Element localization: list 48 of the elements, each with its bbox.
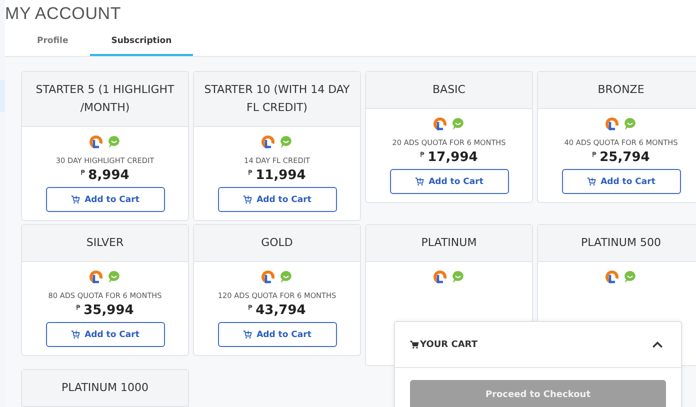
chat-bubble-icon [623, 117, 637, 131]
cart-icon [242, 195, 252, 204]
plan-name: BASIC [432, 82, 466, 98]
plan-name: SILVER [86, 235, 124, 251]
logo-icon [433, 270, 447, 284]
cart-icon [70, 330, 80, 339]
logo-icon [433, 117, 447, 131]
chat-bubble-icon [279, 135, 293, 149]
logo-icon [261, 270, 275, 284]
plan-price: 8,994 [88, 168, 130, 183]
cart-icon [242, 330, 252, 339]
add-to-cart-button[interactable]: Add to Cart [46, 322, 164, 347]
logo-icon [89, 135, 103, 149]
logo-icon [605, 117, 619, 131]
add-to-cart-button[interactable]: Add to Cart [218, 187, 336, 212]
plan-name: PLATINUM [421, 235, 477, 251]
chat-bubble-icon [279, 270, 293, 284]
page-title: MY ACCOUNT [5, 4, 122, 24]
plan-name: STARTER 5 (1 HIGHLIGHT /MONTH) [34, 82, 176, 116]
plan-name: GOLD [261, 235, 293, 251]
plan-price: 43,794 [256, 303, 306, 318]
plan-name: STARTER 10 (WITH 14 DAY FL CREDIT) [203, 82, 351, 116]
plan-price: 35,994 [84, 303, 134, 318]
cart-title: YOUR CART [420, 340, 478, 350]
plan-price: 11,994 [256, 168, 306, 183]
plan-price: 17,994 [428, 150, 478, 165]
plan-name: PLATINUM 500 [581, 235, 661, 251]
chat-bubble-icon [623, 270, 637, 284]
cart-icon [410, 340, 419, 349]
add-to-cart-button[interactable]: Add to Cart [46, 187, 164, 212]
chat-bubble-icon [451, 117, 465, 131]
plan-price: 25,794 [600, 150, 650, 165]
plan-name: PLATINUM 1000 [62, 380, 148, 396]
logo-icon [261, 135, 275, 149]
cart-icon [586, 177, 596, 186]
cart-icon [70, 195, 80, 204]
add-to-cart-button[interactable]: Add to Cart [218, 322, 336, 347]
add-to-cart-button[interactable]: Add to Cart [390, 169, 508, 194]
add-to-cart-button[interactable]: Add to Cart [562, 169, 680, 194]
logo-icon [605, 270, 619, 284]
chat-bubble-icon [451, 270, 465, 284]
chevron-icon[interactable] [652, 341, 663, 348]
chat-bubble-icon [107, 270, 121, 284]
cart-icon [414, 177, 424, 186]
chat-bubble-icon [107, 135, 121, 149]
tab[interactable]: Profile [15, 36, 90, 56]
logo-icon [89, 270, 103, 284]
plan-name: BRONZE [598, 82, 644, 98]
